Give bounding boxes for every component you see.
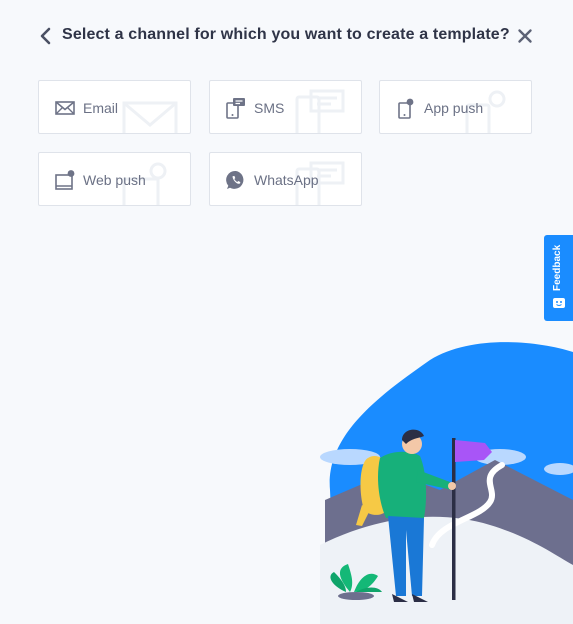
- web-push-icon: [55, 170, 75, 190]
- channel-label: Web push: [83, 172, 146, 188]
- header: Select a channel for which you want to c…: [38, 25, 538, 47]
- channel-label: Email: [83, 100, 119, 116]
- close-icon: [518, 29, 532, 43]
- chevron-left-icon: [40, 27, 51, 45]
- back-button[interactable]: [38, 27, 54, 45]
- app-push-icon: [398, 98, 414, 119]
- close-button[interactable]: [516, 27, 534, 45]
- channel-label: WhatsApp: [254, 172, 319, 188]
- hiker-illustration: [320, 342, 573, 624]
- channel-card-email[interactable]: Email: [38, 80, 191, 134]
- channel-label: SMS: [254, 100, 285, 116]
- sms-icon: [226, 98, 245, 119]
- page-title: Select a channel for which you want to c…: [62, 26, 510, 43]
- email-icon: [55, 101, 75, 115]
- sms-watermark-icon: [295, 89, 345, 133]
- feedback-label: Feedback: [552, 244, 563, 292]
- email-watermark-icon: [122, 101, 178, 133]
- whatsapp-icon: [226, 170, 244, 189]
- channel-card-whatsapp[interactable]: WhatsApp: [209, 152, 362, 206]
- channel-label: App push: [424, 100, 484, 116]
- channel-card-web-push[interactable]: Web push: [38, 152, 191, 206]
- feedback-icon: [553, 298, 565, 308]
- channel-card-sms[interactable]: SMS: [209, 80, 362, 134]
- feedback-tab[interactable]: Feedback: [544, 235, 573, 321]
- channel-card-app-push[interactable]: App push: [379, 80, 532, 134]
